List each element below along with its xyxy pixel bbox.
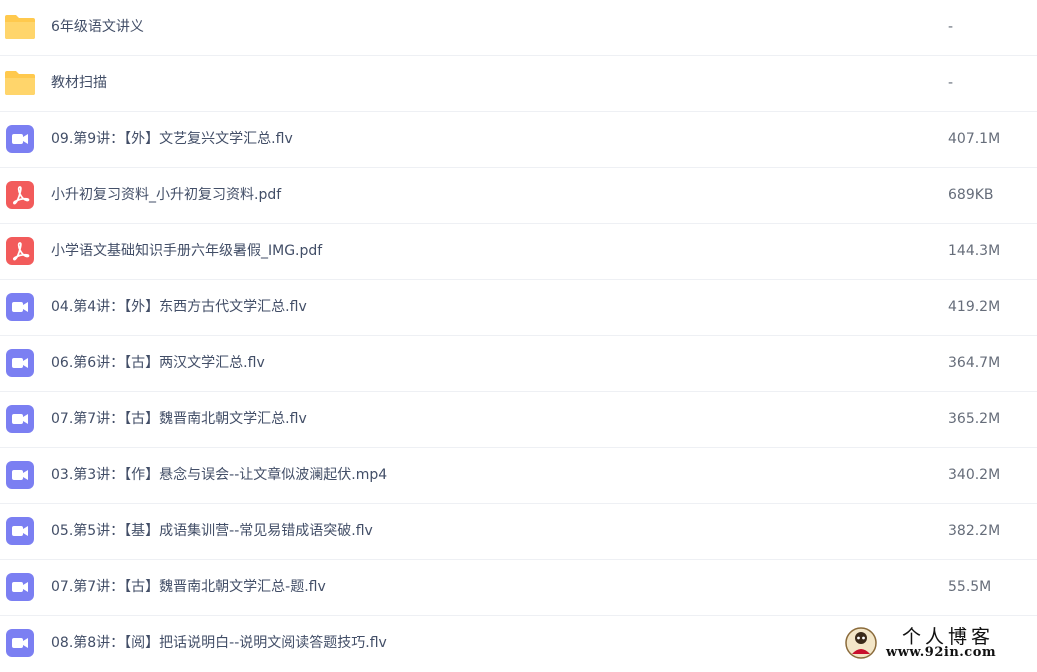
video-file-icon xyxy=(4,347,36,379)
folder-icon xyxy=(4,67,36,99)
file-name[interactable]: 03.第3讲：【作】悬念与误会--让文章似波澜起伏.mp4 xyxy=(51,448,387,503)
file-size: 689KB xyxy=(948,187,994,203)
video-file-icon xyxy=(4,459,36,491)
file-row[interactable]: 小学语文基础知识手册六年级暑假_IMG.pdf 144.3M xyxy=(0,224,1037,280)
file-name[interactable]: 6年级语文讲义 xyxy=(51,0,144,55)
video-file-icon xyxy=(4,627,36,659)
video-file-icon xyxy=(4,571,36,603)
file-name[interactable]: 05.第5讲：【基】成语集训营--常见易错成语突破.flv xyxy=(51,504,373,559)
video-file-icon xyxy=(4,123,36,155)
file-row[interactable]: 03.第3讲：【作】悬念与误会--让文章似波澜起伏.mp4 340.2M xyxy=(0,448,1037,504)
file-size: 365.2M xyxy=(948,411,1001,427)
watermark-url: www.92in.com xyxy=(886,645,997,660)
file-name[interactable]: 07.第7讲：【古】魏晋南北朝文学汇总-题.flv xyxy=(51,560,326,615)
file-name[interactable]: 04.第4讲：【外】东西方古代文学汇总.flv xyxy=(51,280,307,335)
file-size: 419.2M xyxy=(948,299,1001,315)
file-row[interactable]: 06.第6讲：【古】两汉文学汇总.flv 364.7M xyxy=(0,336,1037,392)
file-size: 407.1M xyxy=(948,131,1001,147)
file-name[interactable]: 小学语文基础知识手册六年级暑假_IMG.pdf xyxy=(51,224,322,279)
file-name[interactable]: 教材扫描 xyxy=(51,56,107,111)
file-size: 382.2M xyxy=(948,523,1001,539)
file-row[interactable]: 05.第5讲：【基】成语集训营--常见易错成语突破.flv 382.2M xyxy=(0,504,1037,560)
pdf-file-icon xyxy=(4,235,36,267)
file-name[interactable]: 小升初复习资料_小升初复习资料.pdf xyxy=(51,168,281,223)
file-row[interactable]: 04.第4讲：【外】东西方古代文学汇总.flv 419.2M xyxy=(0,280,1037,336)
file-name[interactable]: 06.第6讲：【古】两汉文学汇总.flv xyxy=(51,336,265,391)
file-size: - xyxy=(948,75,954,91)
file-size: - xyxy=(948,19,954,35)
pdf-file-icon xyxy=(4,179,36,211)
file-name[interactable]: 07.第7讲：【古】魏晋南北朝文学汇总.flv xyxy=(51,392,307,447)
watermark-logo-icon xyxy=(844,626,878,660)
file-size: 364.7M xyxy=(948,355,1001,371)
file-row[interactable]: 教材扫描 - xyxy=(0,56,1037,112)
file-row[interactable]: 6年级语文讲义 - xyxy=(0,0,1037,56)
watermark: 个人博客 www.92in.com xyxy=(840,622,1035,664)
file-row[interactable]: 小升初复习资料_小升初复习资料.pdf 689KB xyxy=(0,168,1037,224)
file-row[interactable]: 07.第7讲：【古】魏晋南北朝文学汇总-题.flv 55.5M xyxy=(0,560,1037,616)
video-file-icon xyxy=(4,403,36,435)
file-row[interactable]: 07.第7讲：【古】魏晋南北朝文学汇总.flv 365.2M xyxy=(0,392,1037,448)
file-size: 340.2M xyxy=(948,467,1001,483)
folder-icon xyxy=(4,11,36,43)
file-size: 144.3M xyxy=(948,243,1001,259)
file-name[interactable]: 09.第9讲：【外】文艺复兴文学汇总.flv xyxy=(51,112,293,167)
file-list: 6年级语文讲义 - 教材扫描 - 09.第9讲：【外】文艺复兴文学汇总.flv 407.1… xyxy=(0,0,1037,672)
file-name[interactable]: 08.第8讲：【阅】把话说明白--说明文阅读答题技巧.flv xyxy=(51,616,387,671)
file-size: 55.5M xyxy=(948,579,992,595)
video-file-icon xyxy=(4,515,36,547)
video-file-icon xyxy=(4,291,36,323)
file-row[interactable]: 09.第9讲：【外】文艺复兴文学汇总.flv 407.1M xyxy=(0,112,1037,168)
